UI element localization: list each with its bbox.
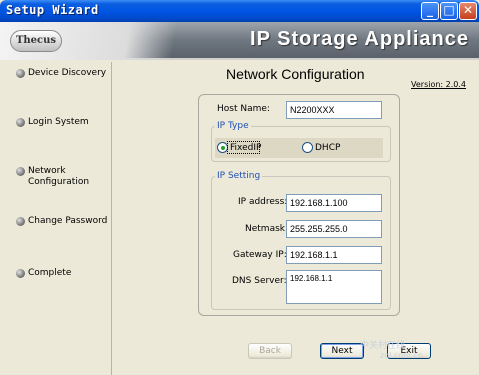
header-banner: Thecus IP Storage Appliance (0, 22, 479, 60)
thecus-logo: Thecus (10, 30, 62, 52)
window-title: Setup Wizard (6, 3, 99, 17)
title-bar: Setup Wizard _ □ ✕ (0, 0, 479, 22)
minimize-button[interactable]: _ (421, 2, 439, 20)
maximize-button[interactable]: □ (440, 2, 458, 20)
step-device-discovery: Device Discovery (16, 68, 112, 79)
version-label: Version: 2.0.4 (411, 80, 467, 89)
host-name-label: Host Name: (217, 104, 270, 114)
netmask-label: Netmask: (245, 224, 289, 234)
close-button[interactable]: ✕ (459, 2, 477, 20)
watermark-text: 中关村在线 (360, 341, 406, 351)
dns-server-label: DNS Server: (232, 276, 287, 286)
step-label: Device Discovery (28, 68, 107, 78)
gateway-input[interactable]: 192.168.1.1 (286, 246, 382, 264)
ip-address-label: IP address: (238, 197, 288, 207)
focus-rect (227, 141, 260, 154)
step-complete: Complete (16, 268, 112, 279)
bullet-icon (16, 69, 25, 78)
step-label: Change Password (28, 216, 108, 226)
step-login-system: Login System (16, 117, 112, 128)
netmask-input[interactable]: 255.255.255.0 (286, 220, 382, 238)
step-label: Network Configuration (28, 166, 90, 187)
product-name: IP Storage Appliance (250, 28, 469, 50)
next-button[interactable]: Next (320, 343, 364, 359)
step-label: Login System (28, 117, 89, 127)
ip-setting-title: IP Setting (215, 171, 263, 181)
dns-server-textarea[interactable]: 192.168.1.1 (286, 270, 382, 304)
bullet-icon (16, 118, 25, 127)
ip-address-input[interactable]: 192.168.1.100 (286, 194, 382, 212)
watermark-url: zol.com.cn (380, 351, 423, 360)
dhcp-label[interactable]: DHCP (315, 143, 340, 153)
ip-type-title: IP Type (215, 121, 251, 131)
step-network-configuration: Network Configuration (16, 166, 98, 188)
bullet-icon (16, 269, 25, 278)
gateway-label: Gateway IP: (233, 250, 287, 260)
step-label: Complete (28, 268, 72, 278)
step-change-password: Change Password (16, 216, 112, 227)
bullet-icon (16, 217, 25, 226)
dhcp-radio[interactable] (302, 142, 313, 153)
back-button[interactable]: Back (248, 343, 292, 359)
host-name-input[interactable]: N2200XXX (286, 101, 382, 119)
bullet-icon (16, 167, 25, 176)
page-title: Network Configuration (226, 66, 365, 82)
